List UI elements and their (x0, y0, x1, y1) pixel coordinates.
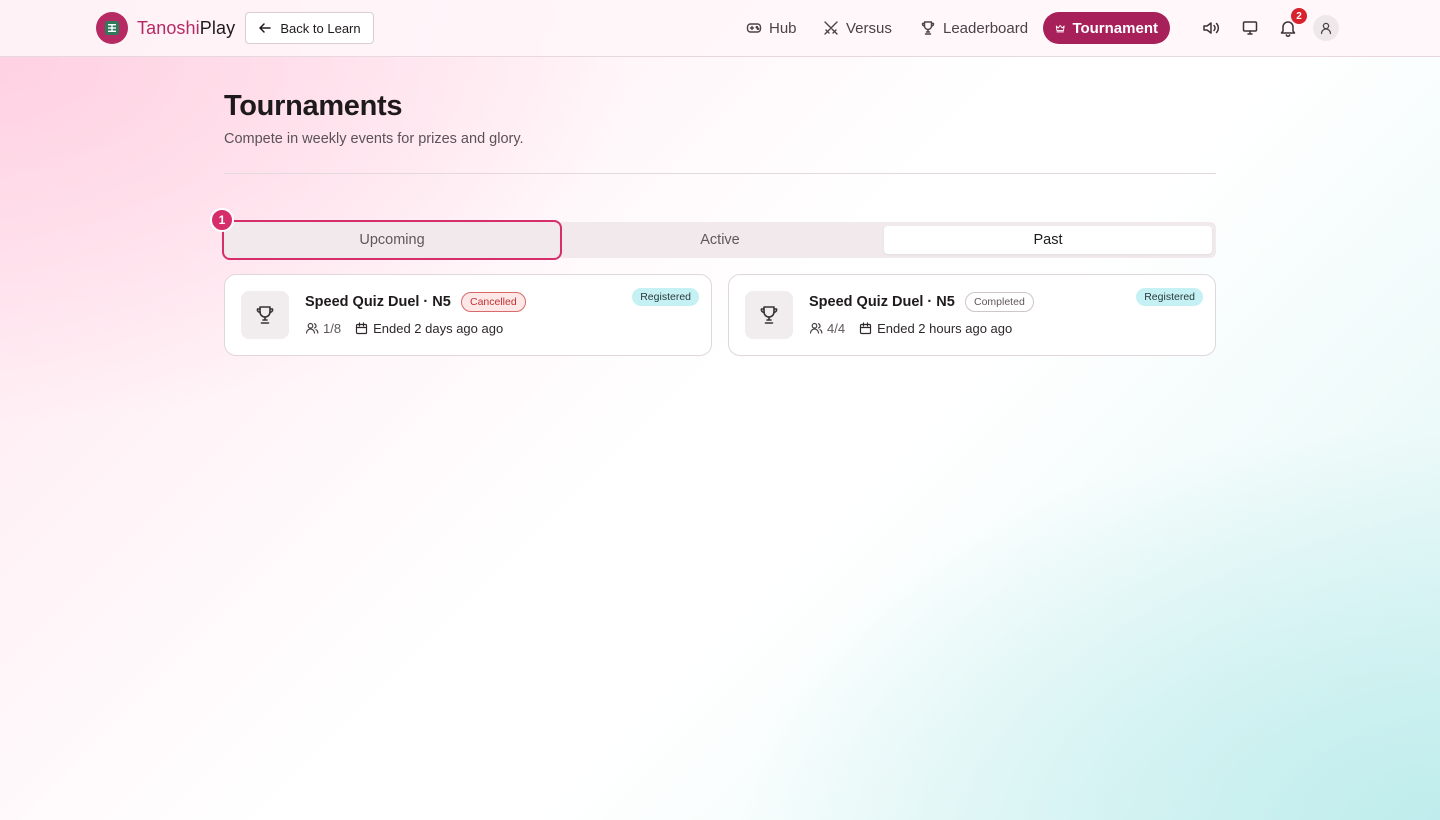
nav-hub[interactable]: Hub (746, 12, 797, 44)
calendar-icon (355, 321, 368, 334)
ended-time: Ended 2 days ago ago (373, 320, 504, 336)
participant-count: 1/8 (323, 320, 342, 336)
tournament-card[interactable]: Speed Quiz Duel · N5 Cancelled Registere… (224, 274, 712, 356)
tab-upcoming[interactable]: Upcoming (222, 220, 562, 260)
arrow-left-icon (259, 23, 272, 33)
back-to-learn-label: Back to Learn (280, 20, 361, 36)
logo-text-suffix: Play (199, 17, 236, 38)
nav-leaderboard-label: Leaderboard (943, 19, 1029, 37)
tournament-card[interactable]: Speed Quiz Duel · N5 Completed Registere… (728, 274, 1216, 356)
card-title: Speed Quiz Duel · N5 (305, 294, 451, 310)
sound-button[interactable] (1197, 14, 1225, 42)
user-icon (1320, 22, 1332, 35)
page-title: Tournaments (224, 90, 403, 122)
back-to-learn-button[interactable]: Back to Learn (245, 12, 374, 44)
app-logo[interactable]: TanoshiPlay (96, 12, 235, 44)
logo-text-prefix: Tanoshi (137, 17, 200, 38)
user-avatar[interactable] (1313, 15, 1339, 41)
logo-icon (96, 12, 128, 44)
tab-past[interactable]: Past (884, 226, 1212, 254)
participant-count: 4/4 (827, 320, 846, 336)
speaker-icon (1203, 22, 1219, 34)
trophy-icon (745, 291, 793, 339)
users-icon (305, 322, 319, 334)
card-meta: 1/8 Ended 2 days ago ago (305, 320, 503, 336)
calendar-icon (859, 321, 872, 334)
nav-leaderboard[interactable]: Leaderboard (920, 12, 1028, 44)
users-icon (809, 322, 823, 334)
status-badge: Completed (965, 292, 1034, 312)
crown-icon (1055, 24, 1065, 33)
card-meta: 4/4 Ended 2 hours ago ago (809, 320, 1012, 336)
ended-time: Ended 2 hours ago ago (877, 320, 1013, 336)
card-title: Speed Quiz Duel · N5 (809, 294, 955, 310)
registered-badge: Registered (632, 288, 699, 306)
step-marker: 1 (210, 208, 234, 232)
logo-text: TanoshiPlay (137, 18, 235, 39)
tab-active[interactable]: Active (564, 226, 876, 254)
nav-tournament[interactable]: Tournament (1043, 12, 1170, 44)
notification-badge: 2 (1291, 8, 1307, 24)
display-button[interactable] (1236, 14, 1264, 42)
tournament-tabs: Upcoming Active Past (222, 220, 1216, 260)
monitor-icon (1242, 21, 1258, 35)
registered-badge: Registered (1136, 288, 1203, 306)
crossed-swords-icon (824, 21, 838, 35)
trophy-icon (241, 291, 289, 339)
page-subtitle: Compete in weekly events for prizes and … (224, 131, 524, 147)
top-header: TanoshiPlay Back to Learn Hub Versus Lea… (0, 0, 1440, 57)
nav-versus-label: Versus (846, 19, 892, 37)
status-badge: Cancelled (461, 292, 526, 312)
nav-hub-label: Hub (769, 19, 797, 37)
trophy-icon (921, 21, 935, 35)
nav-tournament-label: Tournament (1072, 19, 1158, 37)
gamepad-icon (746, 23, 762, 33)
divider (224, 173, 1216, 174)
nav-versus[interactable]: Versus (823, 12, 892, 44)
